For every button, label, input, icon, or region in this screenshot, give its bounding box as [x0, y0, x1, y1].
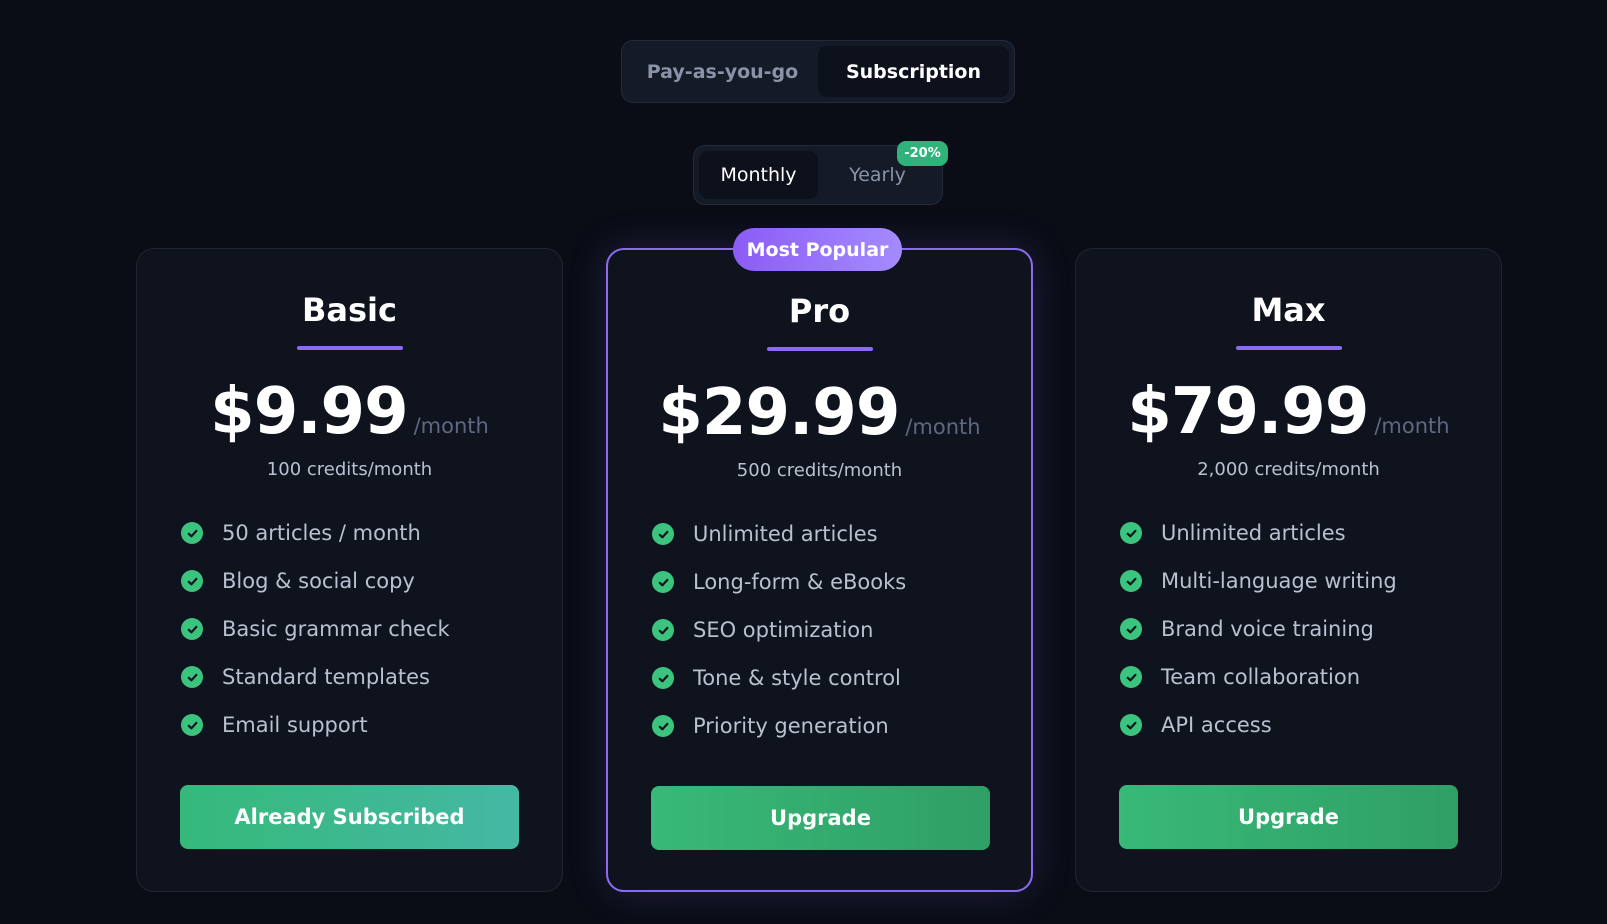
price-period: /month [413, 414, 489, 438]
feature-label: Multi-language writing [1161, 569, 1397, 593]
check-circle-icon [1120, 714, 1142, 736]
plan-credits: 500 credits/month [736, 460, 903, 481]
feature-item: Brand voice training [1120, 605, 1481, 653]
plan-card-max: Max $79.99 /month 2,000 credits/month Un… [1075, 248, 1502, 892]
feature-label: Brand voice training [1161, 617, 1374, 641]
check-circle-icon [181, 570, 203, 592]
yearly-discount-badge: -20% [897, 141, 948, 166]
pricing-page: Pay-as-you-go Subscription Monthly Yearl… [0, 0, 1607, 924]
price-period: /month [905, 415, 981, 439]
tab-subscription[interactable]: Subscription [818, 46, 1009, 97]
check-circle-icon [652, 619, 674, 641]
feature-item: Basic grammar check [181, 605, 542, 653]
feature-item: Blog & social copy [181, 557, 542, 605]
check-circle-icon [1120, 666, 1142, 688]
plan-card-basic: Basic $9.99 /month 100 credits/month 50 … [136, 248, 563, 892]
check-circle-icon [181, 522, 203, 544]
feature-item: SEO optimization [652, 606, 1011, 654]
feature-label: Basic grammar check [222, 617, 450, 641]
check-circle-icon [181, 714, 203, 736]
plan-card-pro: Pro $29.99 /month 500 credits/month Unli… [606, 248, 1033, 892]
check-circle-icon [1120, 570, 1142, 592]
check-circle-icon [1120, 522, 1142, 544]
price-period: /month [1374, 414, 1450, 438]
feature-label: Blog & social copy [222, 569, 415, 593]
plan-name: Pro [788, 292, 851, 330]
plan-credits: 2,000 credits/month [1197, 459, 1380, 480]
feature-item: 50 articles / month [181, 509, 542, 557]
feature-item: Multi-language writing [1120, 557, 1481, 605]
price-row: $9.99 /month [137, 375, 562, 449]
check-circle-icon [181, 618, 203, 640]
upgrade-button-pro[interactable]: Upgrade [651, 786, 990, 850]
check-circle-icon [652, 571, 674, 593]
feature-item: Long-form & eBooks [652, 558, 1011, 606]
feature-item: Email support [181, 701, 542, 749]
feature-label: Priority generation [693, 714, 889, 738]
tab-pay-as-you-go[interactable]: Pay-as-you-go [627, 46, 818, 97]
feature-item: Unlimited articles [652, 510, 1011, 558]
feature-item: Team collaboration [1120, 653, 1481, 701]
plan-name-underline [296, 346, 403, 350]
check-circle-icon [181, 666, 203, 688]
feature-list: Unlimited articles Multi-language writin… [1120, 509, 1481, 749]
plan-name-underline [766, 347, 873, 351]
tab-monthly[interactable]: Monthly [699, 151, 818, 199]
feature-item: API access [1120, 701, 1481, 749]
upgrade-button-max[interactable]: Upgrade [1119, 785, 1458, 849]
check-circle-icon [652, 715, 674, 737]
feature-item: Tone & style control [652, 654, 1011, 702]
feature-item: Unlimited articles [1120, 509, 1481, 557]
plan-credits: 100 credits/month [266, 459, 433, 480]
plan-price: $9.99 [210, 375, 408, 449]
plan-name: Basic [302, 291, 397, 329]
plan-price: $29.99 [658, 376, 900, 450]
check-circle-icon [652, 523, 674, 545]
feature-label: Unlimited articles [1161, 521, 1346, 545]
plan-name: Max [1251, 291, 1326, 329]
feature-label: API access [1161, 713, 1272, 737]
feature-label: Unlimited articles [693, 522, 878, 546]
most-popular-badge: Most Popular [733, 228, 902, 271]
feature-label: Standard templates [222, 665, 430, 689]
check-circle-icon [652, 667, 674, 689]
feature-list: 50 articles / month Blog & social copy B… [181, 509, 542, 749]
feature-label: Tone & style control [693, 666, 901, 690]
plan-price: $79.99 [1127, 375, 1369, 449]
feature-item: Standard templates [181, 653, 542, 701]
feature-list: Unlimited articles Long-form & eBooks SE… [652, 510, 1011, 750]
feature-label: SEO optimization [693, 618, 874, 642]
feature-label: Team collaboration [1161, 665, 1361, 689]
already-subscribed-button[interactable]: Already Subscribed [180, 785, 519, 849]
check-circle-icon [1120, 618, 1142, 640]
plan-name-underline [1235, 346, 1342, 350]
price-row: $79.99 /month [1076, 375, 1501, 449]
feature-label: Email support [222, 713, 368, 737]
price-row: $29.99 /month [608, 376, 1031, 450]
feature-item: Priority generation [652, 702, 1011, 750]
purchase-mode-toggle: Pay-as-you-go Subscription [621, 40, 1015, 103]
feature-label: Long-form & eBooks [693, 570, 907, 594]
feature-label: 50 articles / month [222, 521, 421, 545]
